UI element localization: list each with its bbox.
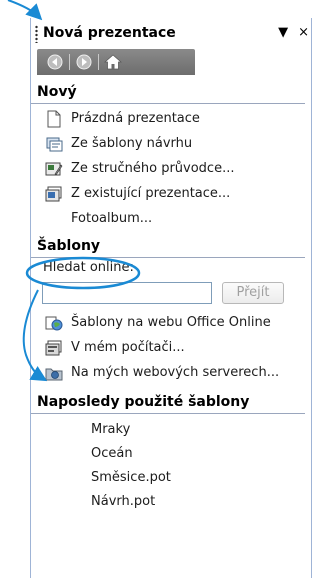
item-label: Z existující prezentace... (71, 186, 231, 201)
new-from-existing[interactable]: Z existující prezentace... (31, 181, 311, 206)
item-label: Na mých webových serverech... (71, 365, 280, 380)
new-photo-album[interactable]: Fotoalbum... (31, 206, 311, 231)
item-label: Ze šablony návrhu (71, 136, 193, 151)
recent-template-item[interactable]: Směsice.pot (31, 466, 311, 490)
search-label: Hledat online: (43, 260, 134, 275)
annotation-arrow-top (7, 0, 43, 21)
globe-icon (45, 314, 63, 332)
task-pane: Nová prezentace ▼ × Nový Prázdná prezent… (30, 18, 312, 578)
task-pane-titlebar: Nová prezentace ▼ × (31, 18, 311, 49)
item-label: Ze stručného průvodce... (71, 161, 235, 176)
recent-template-item[interactable]: Mraky (31, 418, 311, 442)
close-icon[interactable]: × (298, 25, 309, 41)
navigation-bar (37, 49, 195, 75)
templates-office-online[interactable]: Šablony na webu Office Online (31, 310, 311, 335)
item-label: Šablony na webu Office Online (71, 315, 271, 330)
item-label: V mém počítači... (71, 340, 185, 355)
recent-template-item[interactable]: Návrh.pot (31, 490, 311, 514)
wizard-icon (45, 160, 63, 178)
forward-button[interactable] (74, 53, 94, 71)
home-icon (104, 54, 122, 70)
templates-items-list: Šablony na webu Office Online V mém počí… (31, 308, 311, 389)
item-label: Fotoalbum... (71, 211, 153, 226)
new-from-wizard[interactable]: Ze stručného průvodce... (31, 156, 311, 181)
blank-doc-icon (45, 110, 63, 128)
task-pane-title: Nová prezentace (43, 25, 176, 41)
screenshot-stage: Nová prezentace ▼ × Nový Prázdná prezent… (0, 0, 317, 578)
grip-handle[interactable] (35, 25, 38, 43)
design-template-icon (45, 135, 63, 153)
new-blank-presentation[interactable]: Prázdná prezentace (31, 106, 311, 131)
section-heading-templates: Šablony (31, 235, 305, 258)
templates-on-my-computer[interactable]: V mém počítači... (31, 335, 311, 360)
go-button[interactable]: Přejít (222, 282, 284, 304)
nav-separator (69, 54, 70, 70)
arrow-right-icon (76, 54, 92, 70)
nav-separator (98, 54, 99, 70)
dropdown-arrow-icon[interactable]: ▼ (278, 25, 288, 41)
search-row: Přejít (31, 278, 311, 308)
item-label: Prázdná prezentace (71, 111, 200, 126)
computer-templates-icon (45, 339, 63, 357)
existing-presentation-icon (45, 185, 63, 203)
back-button[interactable] (45, 53, 65, 71)
home-button[interactable] (103, 53, 123, 71)
arrow-left-icon (47, 54, 63, 70)
web-folder-icon (45, 364, 63, 382)
new-items-list: Prázdná prezentace Ze šablony návrhu Ze … (31, 104, 311, 235)
section-heading-new: Nový (31, 81, 305, 104)
title-buttons: ▼ × (278, 25, 309, 41)
new-from-design-template[interactable]: Ze šablony návrhu (31, 131, 311, 156)
recent-template-item[interactable]: Oceán (31, 442, 311, 466)
templates-on-web-servers[interactable]: Na mých webových serverech... (31, 360, 311, 385)
search-input[interactable] (42, 282, 212, 304)
section-heading-recent: Naposledy použité šablony (31, 391, 305, 414)
recent-items-list: Mraky Oceán Směsice.pot Návrh.pot (31, 414, 311, 518)
